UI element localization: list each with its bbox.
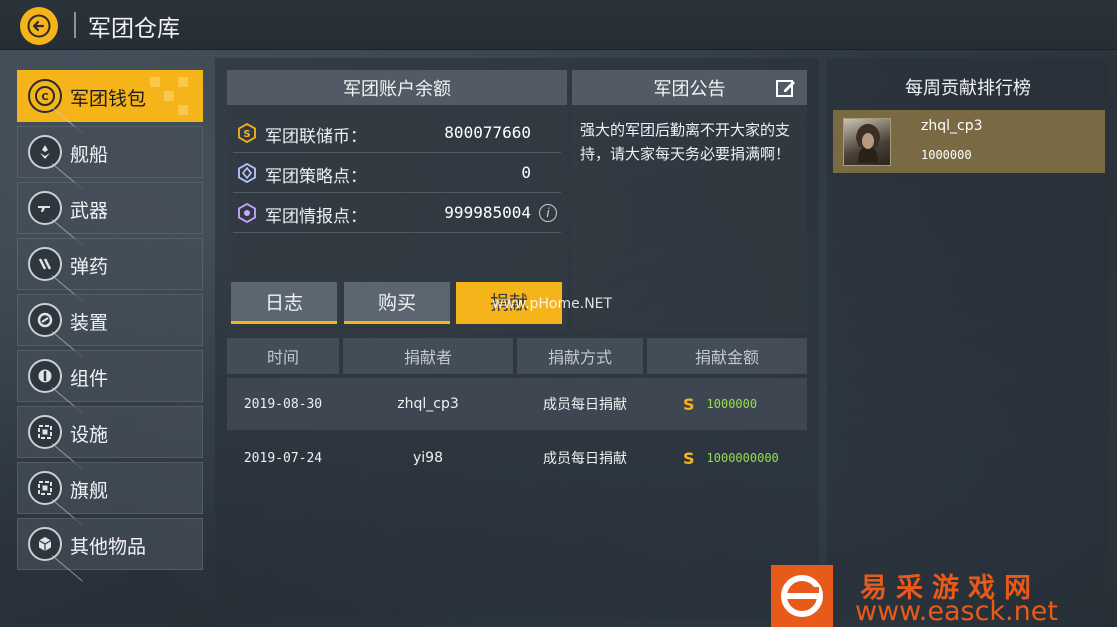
- currency-icon: S: [683, 394, 695, 414]
- notice-title-text: 军团公告: [653, 78, 726, 100]
- nav-item-weapons[interactable]: 武器: [17, 182, 203, 234]
- donation-table-header: 时间 捐献者 捐献方式 捐献金额: [227, 338, 807, 374]
- nav-item-ships[interactable]: 舰船: [17, 126, 203, 178]
- info-icon[interactable]: i: [539, 204, 557, 222]
- site-url: www.easck.net: [855, 596, 1058, 627]
- balance-value: 0: [521, 163, 531, 182]
- watermark-text: www.pHome.NET: [492, 296, 613, 312]
- ranking-title: 每周贡献排行榜: [905, 78, 1031, 99]
- nav-label: 武器: [70, 200, 109, 222]
- coin-s-icon: S: [237, 123, 257, 143]
- nav-item-flagship[interactable]: 旗舰: [17, 462, 203, 514]
- cell-amount: S 1000000: [667, 378, 807, 430]
- notice-box: 军团公告 强大的军团后勤离不开大家的支持，请大家每天务必要捐满啊！: [572, 70, 807, 332]
- svg-text:C: C: [41, 92, 48, 103]
- table-row: 2019-07-24 yi98 成员每日捐献 S 1000000000: [227, 432, 807, 484]
- strategy-icon: [237, 163, 257, 183]
- nav-label: 装置: [70, 312, 109, 334]
- log-button[interactable]: 日志: [231, 282, 337, 324]
- ship-icon: [28, 135, 62, 169]
- balance-row-coin: S 军团联储币： 800077660: [233, 113, 561, 153]
- notice-title: 军团公告: [572, 70, 807, 105]
- notice-text: 强大的军团后勤离不开大家的支持，请大家每天务必要捐满啊！: [580, 121, 791, 163]
- nav-label: 设施: [70, 424, 109, 446]
- avatar: [843, 118, 891, 166]
- edit-icon[interactable]: [775, 77, 797, 99]
- column-header: 时间: [227, 338, 339, 374]
- nav-label: 弹药: [70, 256, 109, 278]
- nav-label: 军团钱包: [70, 88, 147, 110]
- nav-item-components[interactable]: 组件: [17, 350, 203, 402]
- facility-icon: [28, 415, 62, 449]
- cell-amount: S 1000000000: [667, 432, 807, 484]
- page-title: 军团仓库: [88, 16, 180, 42]
- device-icon: [28, 303, 62, 337]
- cell-date: 2019-08-30: [243, 396, 323, 412]
- back-arrow-icon: [27, 14, 51, 38]
- svg-text:S: S: [243, 129, 250, 140]
- back-button[interactable]: [20, 7, 58, 45]
- balance-label: 军团策略点：: [265, 167, 367, 187]
- column-header: 捐献方式: [517, 338, 643, 374]
- nav-item-devices[interactable]: 装置: [17, 294, 203, 346]
- balance-value: 800077660: [444, 123, 531, 142]
- buy-button[interactable]: 购买: [344, 282, 450, 324]
- table-row: 2019-08-30 zhql_cp3 成员每日捐献 S 1000000: [227, 378, 807, 430]
- amount-value: 1000000000: [706, 451, 779, 465]
- balance-title: 军团账户余额: [227, 70, 567, 105]
- nav-label: 组件: [70, 368, 109, 390]
- balance-value: 999985004: [444, 203, 531, 222]
- currency-icon: S: [683, 448, 695, 468]
- nav-item-other[interactable]: 其他物品: [17, 518, 203, 570]
- gun-icon: [28, 191, 62, 225]
- ranking-name: zhql_cp3: [921, 118, 983, 134]
- column-header: 捐献金额: [647, 338, 807, 374]
- ranking-value: 1000000: [921, 148, 972, 162]
- intel-icon: [237, 203, 257, 223]
- nav-item-wallet[interactable]: C 军团钱包: [17, 70, 203, 122]
- amount-value: 1000000: [706, 397, 758, 411]
- cell-donor: zhql_cp3: [397, 396, 459, 412]
- divider: [74, 12, 76, 38]
- component-icon: [28, 359, 62, 393]
- cell-donor: yi98: [413, 450, 443, 466]
- sidebar-nav: C 军团钱包 舰船 武器 弹药 装置 组件 设施 旗舰 其他物品: [17, 70, 203, 574]
- balance-row-intel: 军团情报点： 999985004 i: [233, 193, 561, 233]
- column-header: 捐献者: [343, 338, 513, 374]
- balance-label: 军团联储币：: [265, 127, 367, 147]
- cell-method: 成员每日捐献: [543, 397, 627, 413]
- balance-label: 军团情报点：: [265, 207, 367, 227]
- nav-label: 舰船: [70, 144, 109, 166]
- site-logo: [771, 565, 833, 627]
- decorative-pattern: [150, 77, 196, 117]
- top-bar: 军团仓库: [0, 0, 1117, 50]
- cell-method: 成员每日捐献: [543, 451, 627, 467]
- nav-label: 旗舰: [70, 480, 109, 502]
- balance-row-strategy: 军团策略点： 0: [233, 153, 561, 193]
- nav-item-facilities[interactable]: 设施: [17, 406, 203, 458]
- box-icon: [28, 527, 62, 561]
- ammo-icon: [28, 247, 62, 281]
- cell-date: 2019-07-24: [243, 450, 323, 466]
- ranking-entry[interactable]: zhql_cp3 1000000: [833, 110, 1105, 173]
- wallet-icon: C: [28, 79, 62, 113]
- nav-label: 其他物品: [70, 536, 147, 558]
- flagship-icon: [28, 471, 62, 505]
- nav-item-ammo[interactable]: 弹药: [17, 238, 203, 290]
